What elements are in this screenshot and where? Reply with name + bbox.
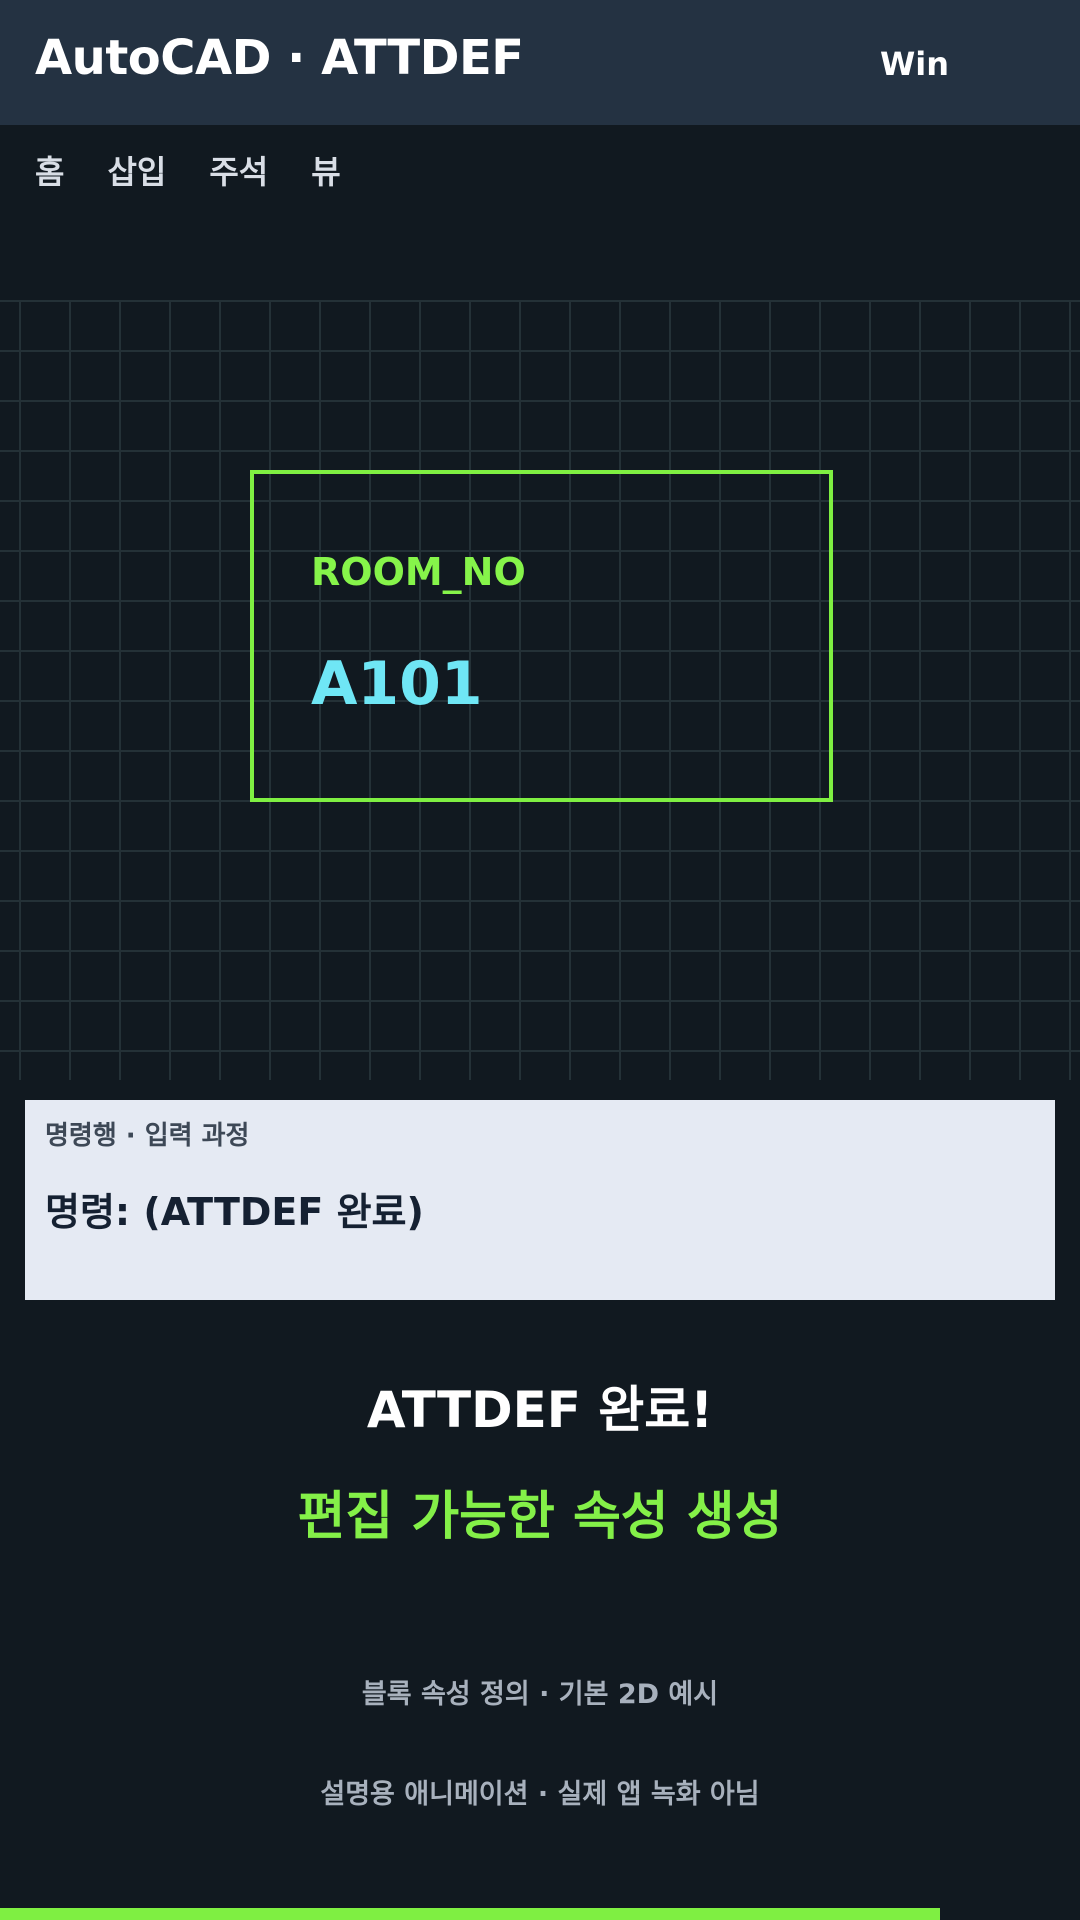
tab-insert[interactable]: 삽입 [107,152,166,192]
tab-annotate[interactable]: 주석 [209,152,268,192]
title-bar: AutoCAD · ATTDEF Win [0,0,1080,125]
app-title: AutoCAD · ATTDEF [35,30,524,86]
command-line-panel: 명령행 · 입력 과정 명령: (ATTDEF 완료) [25,1100,1055,1300]
platform-label: Win [880,45,950,83]
attribute-value: A101 [311,649,483,719]
attribute-block-frame[interactable]: ROOM_NO A101 [250,470,833,802]
command-panel-label: 명령행 · 입력 과정 [45,1121,250,1151]
progress-bar-fill [0,1908,940,1920]
tab-view[interactable]: 뷰 [311,152,340,192]
tab-home[interactable]: 홈 [35,152,64,192]
completion-title: ATTDEF 완료! [366,1381,714,1439]
completion-subtitle: 편집 가능한 속성 생성 [297,1487,783,1547]
disclaimer-note: 설명용 애니메이션 · 실제 앱 녹화 아님 [320,1779,760,1810]
progress-bar [0,1908,1080,1920]
drawing-canvas[interactable]: ROOM_NO A101 [0,300,1080,1080]
command-line-text: 명령: (ATTDEF 완료) [45,1190,424,1234]
app-screen: AutoCAD · ATTDEF Win 홈 삽입 주석 뷰 ROOM_NO A… [0,0,1080,1920]
attribute-tag: ROOM_NO [311,550,526,594]
ribbon-tabs: 홈 삽입 주석 뷰 [35,152,384,192]
caption-note: 블록 속성 정의 · 기본 2D 예시 [361,1679,719,1710]
